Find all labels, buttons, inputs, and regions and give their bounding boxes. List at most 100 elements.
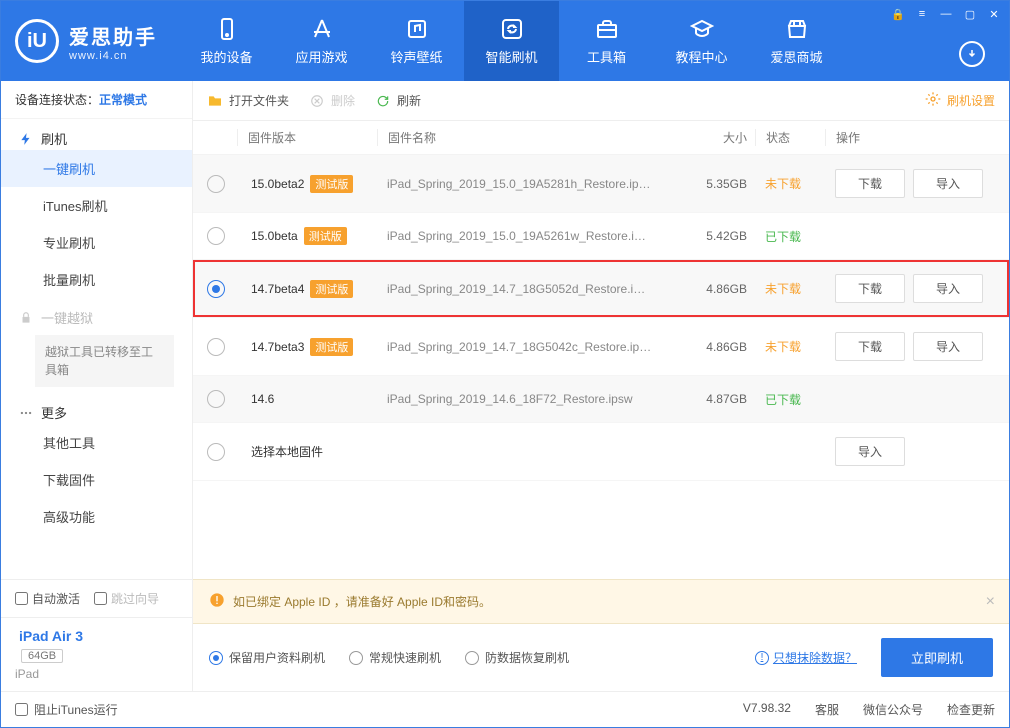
row-radio[interactable] <box>207 338 225 356</box>
row-radio[interactable] <box>207 443 225 461</box>
import-button[interactable]: 导入 <box>913 169 983 198</box>
table-header: 固件版本 固件名称 大小 状态 操作 <box>193 121 1009 155</box>
appstore-icon <box>310 17 334 41</box>
sidebar: 设备连接状态：正常模式 刷机 一键刷机 iTunes刷机 专业刷机 批量刷机 一… <box>1 81 193 691</box>
firmware-status: 已下载 <box>755 228 825 245</box>
firmware-name: iPad_Spring_2019_14.7_18G5052d_Restore.i… <box>377 282 685 296</box>
firmware-version: 14.7beta3 <box>251 340 304 354</box>
download-button[interactable]: 下载 <box>835 169 905 198</box>
tip-close-icon[interactable]: × <box>986 593 995 611</box>
sidebar-section-more[interactable]: 更多 <box>1 393 192 424</box>
block-itunes-checkbox[interactable]: 阻止iTunes运行 <box>15 701 118 718</box>
firmware-version: 15.0beta <box>251 229 298 243</box>
download-button[interactable]: 下载 <box>835 332 905 361</box>
version-label: V7.98.32 <box>743 701 791 718</box>
flash-options: 保留用户资料刷机 常规快速刷机 防数据恢复刷机 ! 只想抹除数据？ 立即刷机 <box>193 624 1009 691</box>
col-size: 大小 <box>685 129 755 146</box>
beta-badge: 测试版 <box>310 338 353 356</box>
folder-icon <box>207 93 223 109</box>
nav-toolbox[interactable]: 工具箱 <box>559 1 654 81</box>
firmware-status: 未下载 <box>755 338 825 355</box>
delete-button[interactable]: 删除 <box>309 92 355 109</box>
window-controls: 🔒 ≡ — ▢ ✕ <box>891 7 1001 21</box>
info-icon: ! <box>755 651 769 665</box>
toolbox-icon <box>595 17 619 41</box>
sidebar-item-itunes[interactable]: iTunes刷机 <box>1 187 192 224</box>
opt-keep-data[interactable]: 保留用户资料刷机 <box>209 649 325 666</box>
customer-service-link[interactable]: 客服 <box>815 701 839 718</box>
firmware-status: 未下载 <box>755 280 825 297</box>
nav-apps[interactable]: 应用游戏 <box>274 1 369 81</box>
firmware-version: 14.6 <box>251 392 274 406</box>
table-row[interactable]: 15.0beta 测试版 iPad_Spring_2019_15.0_19A5261… <box>193 213 1009 260</box>
open-folder-button[interactable]: 打开文件夹 <box>207 92 289 109</box>
close-icon[interactable]: ✕ <box>987 7 1001 21</box>
menu-icon[interactable]: ≡ <box>915 7 929 21</box>
music-icon <box>405 17 429 41</box>
firmware-rows: 15.0beta2 测试版 iPad_Spring_2019_15.0_19A528… <box>193 155 1009 481</box>
flash-settings-button[interactable]: 刷机设置 <box>925 91 995 110</box>
col-name: 固件名称 <box>377 129 685 146</box>
auto-activate-checkbox[interactable]: 自动激活 <box>15 590 80 607</box>
sidebar-item-oneclick[interactable]: 一键刷机 <box>1 150 192 187</box>
opt-recover[interactable]: 防数据恢复刷机 <box>465 649 569 666</box>
beta-badge: 测试版 <box>310 280 353 298</box>
flash-now-button[interactable]: 立即刷机 <box>881 638 993 677</box>
more-icon <box>19 406 33 420</box>
firmware-size: 5.42GB <box>685 229 755 243</box>
sidebar-item-batch[interactable]: 批量刷机 <box>1 261 192 298</box>
device-info[interactable]: iPad Air 3 64GB iPad <box>1 617 192 691</box>
beta-badge: 测试版 <box>304 227 347 245</box>
minimize-icon[interactable]: — <box>939 7 953 21</box>
firmware-version: 14.7beta4 <box>251 282 304 296</box>
download-ring-icon[interactable] <box>959 41 985 67</box>
nav-flash[interactable]: 智能刷机 <box>464 1 559 81</box>
opt-normal[interactable]: 常规快速刷机 <box>349 649 441 666</box>
sidebar-section-jailbreak: 一键越狱 <box>1 298 192 329</box>
phone-icon <box>215 17 239 41</box>
import-button[interactable]: 导入 <box>913 332 983 361</box>
wechat-link[interactable]: 微信公众号 <box>863 701 923 718</box>
row-radio[interactable] <box>207 390 225 408</box>
delete-icon <box>309 93 325 109</box>
firmware-size: 5.35GB <box>685 177 755 191</box>
skip-guide-checkbox[interactable]: 跳过向导 <box>94 590 159 607</box>
table-row-local[interactable]: 选择本地固件导入 <box>193 423 1009 481</box>
firmware-name: iPad_Spring_2019_15.0_19A5281h_Restore.i… <box>377 177 685 191</box>
table-row[interactable]: 14.6iPad_Spring_2019_14.6_18F72_Restore.… <box>193 376 1009 423</box>
row-radio[interactable] <box>207 175 225 193</box>
sidebar-section-flash[interactable]: 刷机 <box>1 119 192 150</box>
maximize-icon[interactable]: ▢ <box>963 7 977 21</box>
brand-en: www.i4.cn <box>69 50 157 62</box>
erase-only-link[interactable]: ! 只想抹除数据？ <box>755 649 857 666</box>
titlebar: iU 爱思助手 www.i4.cn 我的设备 应用游戏 铃声壁纸 智能刷机 工具… <box>1 1 1009 81</box>
refresh-button[interactable]: 刷新 <box>375 92 421 109</box>
refresh-icon <box>500 17 524 41</box>
sidebar-item-other[interactable]: 其他工具 <box>1 424 192 461</box>
firmware-version: 15.0beta2 <box>251 177 304 191</box>
check-update-link[interactable]: 检查更新 <box>947 701 995 718</box>
nav-mall[interactable]: 爱思商城 <box>749 1 844 81</box>
brand-logo: iU <box>15 19 59 63</box>
download-button[interactable]: 下载 <box>835 274 905 303</box>
gear-icon <box>925 91 941 110</box>
nav-device[interactable]: 我的设备 <box>179 1 274 81</box>
row-radio[interactable] <box>207 280 225 298</box>
firmware-name: iPad_Spring_2019_15.0_19A5261w_Restore.i… <box>377 229 685 243</box>
lock-icon[interactable]: 🔒 <box>891 7 905 21</box>
table-row[interactable]: 15.0beta2测试版iPad_Spring_2019_15.0_19A528… <box>193 155 1009 213</box>
table-row[interactable]: 14.7beta4 测试版 iPad_Spring_2019_14.7_18G505… <box>193 260 1009 318</box>
sidebar-item-adv[interactable]: 高级功能 <box>1 498 192 535</box>
row-radio[interactable] <box>207 227 225 245</box>
col-version: 固件版本 <box>237 129 377 146</box>
sidebar-item-pro[interactable]: 专业刷机 <box>1 224 192 261</box>
firmware-size: 4.86GB <box>685 282 755 296</box>
nav-tutorial[interactable]: 教程中心 <box>654 1 749 81</box>
import-button[interactable]: 导入 <box>835 437 905 466</box>
import-button[interactable]: 导入 <box>913 274 983 303</box>
table-row[interactable]: 14.7beta3测试版iPad_Spring_2019_14.7_18G504… <box>193 318 1009 376</box>
sidebar-item-dlfw[interactable]: 下载固件 <box>1 461 192 498</box>
nav-ringtone[interactable]: 铃声壁纸 <box>369 1 464 81</box>
footer: 阻止iTunes运行 V7.98.32 客服 微信公众号 检查更新 <box>1 691 1009 727</box>
firmware-status: 已下载 <box>755 391 825 408</box>
